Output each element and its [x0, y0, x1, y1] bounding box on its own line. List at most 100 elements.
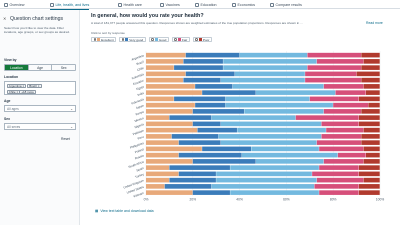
- bar-segment[interactable]: [307, 52, 361, 58]
- bar-segment[interactable]: [316, 177, 364, 183]
- bar-segment[interactable]: [195, 102, 226, 108]
- bar-segment[interactable]: [220, 140, 317, 145]
- bar-segment[interactable]: [192, 159, 256, 164]
- view-table-link[interactable]: ▦ View text table and download data: [95, 209, 154, 213]
- bar-segment[interactable]: [363, 146, 380, 152]
- bar-segment[interactable]: [146, 159, 193, 164]
- bar-segment[interactable]: [146, 102, 195, 108]
- legend-item[interactable]: Excellent: [91, 37, 117, 42]
- bar-segment[interactable]: [314, 184, 359, 189]
- bar-segment[interactable]: [197, 127, 237, 133]
- bar-segment[interactable]: [312, 171, 359, 177]
- bar-segment[interactable]: [192, 121, 221, 127]
- bar-segment[interactable]: [307, 65, 361, 70]
- bar-segment[interactable]: [218, 134, 322, 139]
- bar-segment[interactable]: [361, 134, 380, 139]
- bar-segment[interactable]: [319, 165, 359, 170]
- bar-segment[interactable]: [255, 159, 324, 164]
- bar-segment[interactable]: [237, 127, 326, 133]
- bar-segment[interactable]: [146, 134, 172, 139]
- bar-segment[interactable]: [171, 134, 219, 139]
- bar-segment[interactable]: [363, 84, 380, 89]
- bar-segment[interactable]: [146, 109, 193, 114]
- bar-segment[interactable]: [146, 177, 170, 183]
- bar-segment[interactable]: [363, 177, 380, 183]
- bar-segment[interactable]: [358, 171, 380, 177]
- bar-segment[interactable]: [169, 115, 212, 120]
- bar-segment[interactable]: [192, 109, 244, 114]
- bar-segment[interactable]: [146, 146, 202, 152]
- bar-segment[interactable]: [220, 121, 322, 127]
- nav-item-life-health[interactable]: Life, health, and lives: [50, 2, 90, 10]
- bar-segment[interactable]: [216, 177, 317, 183]
- bar-segment[interactable]: [333, 102, 368, 108]
- bar-segment[interactable]: [361, 52, 380, 58]
- bar-segment[interactable]: [146, 65, 174, 70]
- bar-segment[interactable]: [309, 96, 359, 102]
- nav-item-overview[interactable]: Overview: [4, 2, 24, 8]
- bar-segment[interactable]: [178, 171, 216, 177]
- bar-segment[interactable]: [326, 127, 364, 133]
- bar-segment[interactable]: [321, 121, 359, 127]
- bar-segment[interactable]: [146, 115, 170, 120]
- bar-segment[interactable]: [305, 71, 357, 77]
- bar-segment[interactable]: [195, 84, 233, 89]
- bar-segment[interactable]: [358, 96, 380, 102]
- bar-segment[interactable]: [251, 146, 319, 152]
- nav-item-education[interactable]: Education: [195, 2, 216, 8]
- bar-segment[interactable]: [335, 90, 366, 95]
- bar-segment[interactable]: [323, 109, 361, 114]
- bar-segment[interactable]: [169, 177, 216, 183]
- remove-icon[interactable]: ×: [38, 84, 40, 88]
- bar-segment[interactable]: [174, 65, 223, 70]
- nav-item-economics[interactable]: Economics: [232, 2, 255, 8]
- bar-segment[interactable]: [358, 115, 380, 120]
- bar-segment[interactable]: [241, 152, 338, 158]
- bar-segment[interactable]: [183, 59, 223, 64]
- bar-segment[interactable]: [319, 190, 359, 195]
- bar-segment[interactable]: [316, 59, 364, 64]
- bar-segment[interactable]: [220, 77, 305, 83]
- bar-segment[interactable]: [255, 90, 336, 95]
- bar-segment[interactable]: [174, 96, 226, 102]
- bar-segment[interactable]: [358, 190, 380, 195]
- bar-segment[interactable]: [358, 184, 380, 189]
- reset-button[interactable]: Reset: [61, 137, 70, 141]
- bar-segment[interactable]: [146, 121, 193, 127]
- bar-segment[interactable]: [146, 96, 174, 102]
- bar-segment[interactable]: [211, 184, 315, 189]
- bar-segment[interactable]: [337, 152, 366, 158]
- bar-segment[interactable]: [146, 77, 184, 83]
- bar-segment[interactable]: [223, 59, 317, 64]
- bar-segment[interactable]: [363, 59, 380, 64]
- bar-segment[interactable]: [178, 140, 221, 145]
- close-icon[interactable]: ✕: [3, 17, 7, 21]
- age-select[interactable]: All ages ⌄: [4, 105, 76, 112]
- bar-segment[interactable]: [319, 146, 364, 152]
- bar-segment[interactable]: [239, 52, 308, 58]
- bar-segment[interactable]: [146, 84, 195, 89]
- location-multiselect[interactable]: Argentina × Brazil × Chile × +18 more: [4, 81, 76, 95]
- bar-segment[interactable]: [316, 140, 361, 145]
- bar-segment[interactable]: [244, 109, 324, 114]
- bar-segment[interactable]: [361, 140, 380, 145]
- bar-segment[interactable]: [323, 159, 364, 164]
- bar-segment[interactable]: [361, 109, 380, 114]
- bar-segment[interactable]: [202, 90, 256, 95]
- bar-segment[interactable]: [146, 52, 186, 58]
- bar-segment[interactable]: [146, 165, 170, 170]
- bar-segment[interactable]: [146, 127, 198, 133]
- bar-segment[interactable]: [164, 184, 212, 189]
- bar-segment[interactable]: [211, 115, 296, 120]
- bar-segment[interactable]: [146, 184, 165, 189]
- bar-segment[interactable]: [185, 71, 235, 77]
- bar-segment[interactable]: [178, 152, 242, 158]
- bar-segment[interactable]: [234, 71, 305, 77]
- nav-item-health-care[interactable]: Health care: [118, 2, 142, 8]
- bar-segment[interactable]: [146, 152, 179, 158]
- bar-segment[interactable]: [363, 127, 380, 133]
- bar-segment[interactable]: [146, 140, 179, 145]
- legend-item[interactable]: Very good: [119, 37, 146, 42]
- bar-segment[interactable]: [169, 165, 230, 170]
- bar-segment[interactable]: [216, 171, 312, 177]
